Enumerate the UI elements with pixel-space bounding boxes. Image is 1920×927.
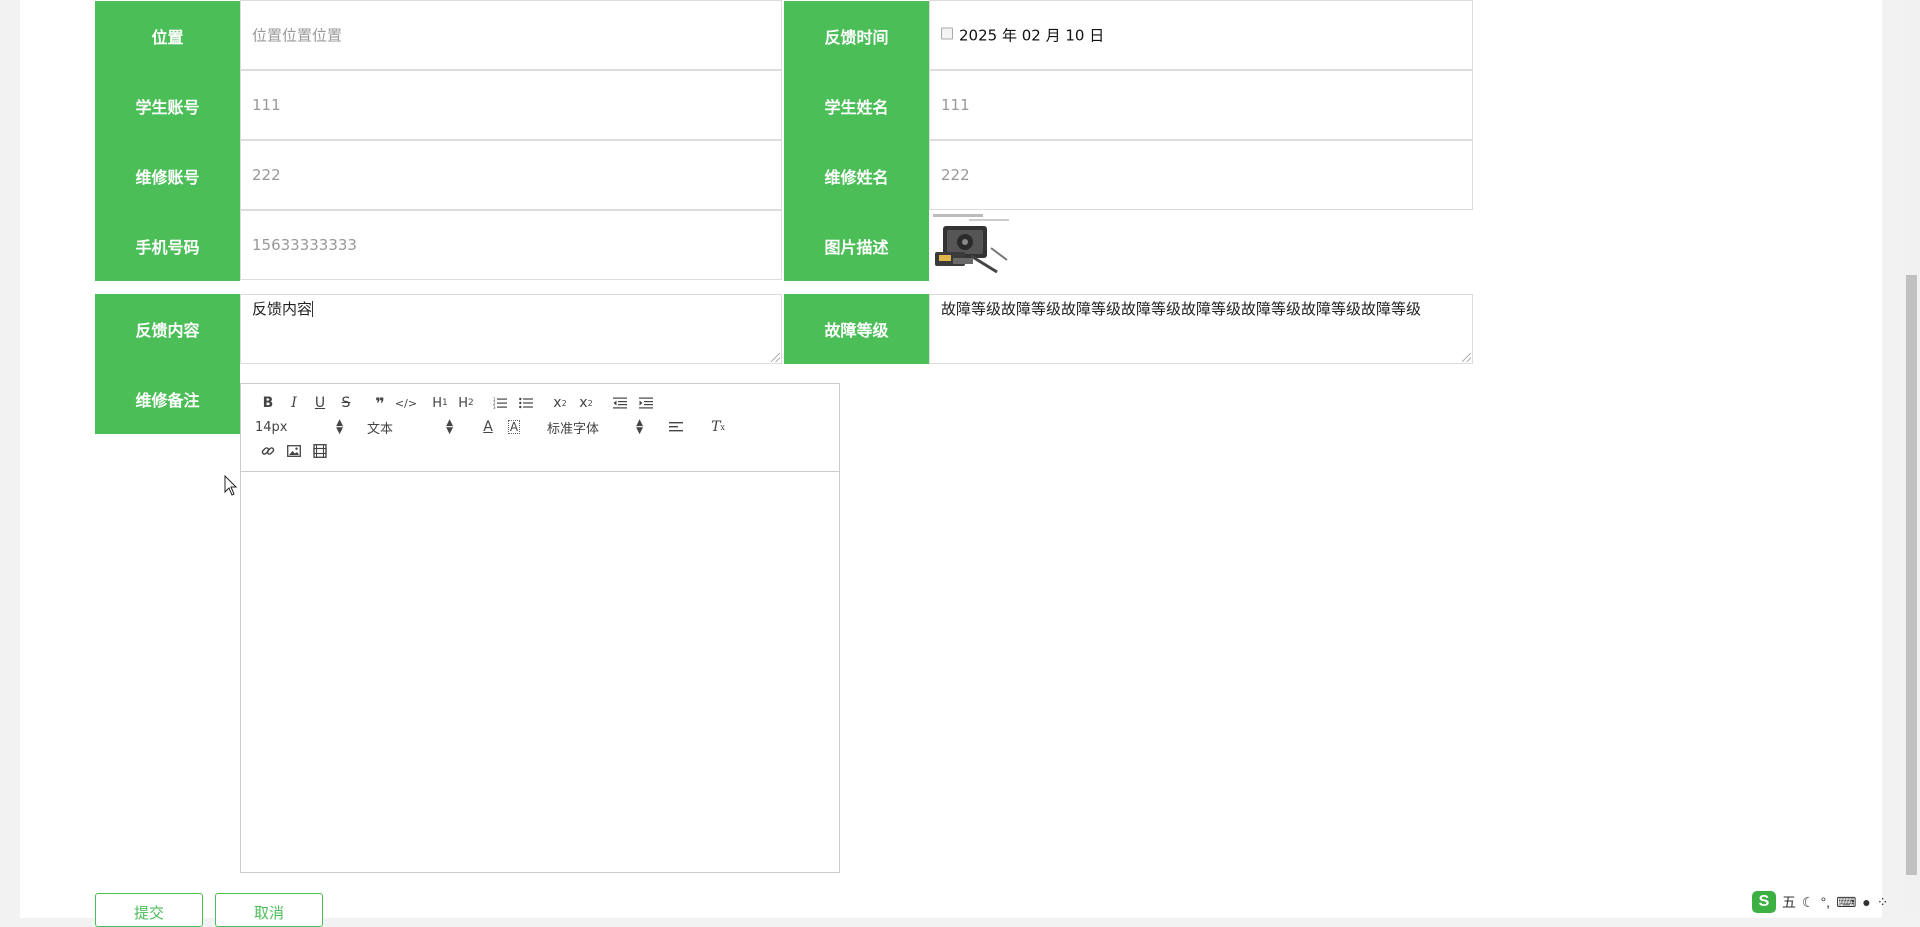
repair-name-value: 222	[941, 166, 970, 184]
repair-account-field[interactable]: 222	[240, 140, 782, 210]
editor-content-area[interactable]	[241, 472, 839, 872]
toolbar-row-styles: 14px ▲ ▼ 文本 ▲ ▼ A A 标准字体 ▲ ▼ Tx	[255, 416, 731, 438]
select-arrows-icon: ▲ ▼	[336, 418, 343, 436]
fault-level-textarea[interactable]: 故障等级故障等级故障等级故障等级故障等级故障等级故障等级故障等级	[929, 294, 1473, 364]
ordered-list-icon[interactable]: 123	[487, 392, 513, 414]
code-block-icon[interactable]: </>	[393, 392, 419, 414]
phone-label: 手机号码	[95, 211, 240, 281]
block-type-select[interactable]: 文本 ▲ ▼	[367, 416, 453, 438]
font-size-select[interactable]: 14px ▲ ▼	[255, 416, 343, 438]
sogou-logo-icon[interactable]: S	[1752, 891, 1776, 913]
feedback-content-value: 反馈内容	[252, 300, 314, 318]
underline-icon[interactable]: U	[307, 392, 333, 414]
grid-menu-icon[interactable]: ⁘	[1877, 894, 1889, 911]
resize-handle-icon[interactable]	[1462, 353, 1471, 362]
image-desc-field[interactable]	[929, 210, 1029, 280]
heading2-icon[interactable]: H2	[453, 392, 479, 414]
strikethrough-icon[interactable]: S	[333, 392, 359, 414]
ime-mode-label[interactable]: 五	[1782, 892, 1796, 912]
feedback-content-label: 反馈内容	[95, 294, 240, 364]
link-icon[interactable]	[255, 440, 281, 462]
block-type-value: 文本	[367, 421, 394, 437]
resize-handle-icon[interactable]	[771, 353, 780, 362]
keyboard-icon[interactable]: ⌨	[1836, 894, 1856, 911]
cancel-button[interactable]: 取消	[215, 893, 323, 927]
select-arrows-icon: ▲ ▼	[636, 418, 643, 436]
phone-field[interactable]: 15633333333	[240, 210, 782, 280]
italic-icon[interactable]: I	[281, 392, 307, 414]
video-icon[interactable]	[307, 440, 333, 462]
feedback-content-textarea[interactable]: 反馈内容	[240, 294, 782, 364]
submit-button[interactable]: 提交	[95, 893, 203, 927]
editor-toolbar: B I U S ❞ </> H1 H2 123 x2 x2 14px ▲ ▼ 文…	[241, 384, 839, 472]
feedback-time-value: 2025 年 02 月 10 日	[959, 26, 1105, 45]
font-color-icon[interactable]: A	[475, 416, 501, 438]
indent-icon[interactable]	[633, 392, 659, 414]
bullet-list-icon[interactable]	[513, 392, 539, 414]
rich-text-editor[interactable]: B I U S ❞ </> H1 H2 123 x2 x2 14px ▲ ▼ 文…	[240, 383, 840, 873]
heading1-icon[interactable]: H1	[427, 392, 453, 414]
superscript-icon[interactable]: x2	[573, 392, 599, 414]
scrollbar-thumb[interactable]	[1906, 275, 1917, 875]
location-field[interactable]: 位置位置位置	[240, 0, 782, 70]
location-placeholder: 位置位置位置	[252, 26, 343, 45]
select-arrows-icon: ▲ ▼	[446, 418, 453, 436]
punctuation-icon[interactable]: °,	[1821, 894, 1831, 910]
font-family-select[interactable]: 标准字体 ▲ ▼	[547, 416, 643, 438]
fault-level-value: 故障等级故障等级故障等级故障等级故障等级故障等级故障等级故障等级	[941, 300, 1422, 318]
location-label: 位置	[95, 1, 240, 71]
user-icon[interactable]: ●	[1862, 894, 1870, 910]
outdent-icon[interactable]	[607, 392, 633, 414]
repair-account-value: 222	[252, 166, 281, 184]
phone-value: 15633333333	[252, 236, 357, 254]
device-photo-image[interactable]	[931, 212, 1013, 278]
student-account-field[interactable]: 111	[240, 70, 782, 140]
moon-icon[interactable]: ☾	[1802, 894, 1815, 911]
vertical-scrollbar[interactable]	[1903, 0, 1920, 918]
feedback-time-label: 反馈时间	[784, 1, 929, 71]
student-account-value: 111	[252, 96, 281, 114]
clear-format-icon[interactable]: Tx	[705, 416, 731, 438]
image-icon[interactable]	[281, 440, 307, 462]
student-name-label: 学生姓名	[784, 71, 929, 141]
toolbar-row-formatting: B I U S ❞ </> H1 H2 123 x2 x2	[255, 392, 659, 414]
bold-icon[interactable]: B	[255, 392, 281, 414]
mouse-cursor-icon	[224, 475, 238, 496]
student-name-value: 111	[941, 96, 970, 114]
fault-level-label: 故障等级	[784, 294, 929, 364]
background-color-icon[interactable]: A	[501, 416, 527, 438]
calendar-icon[interactable]	[941, 27, 953, 39]
repair-note-label: 维修备注	[95, 364, 240, 434]
repair-account-label: 维修账号	[95, 141, 240, 211]
font-family-value: 标准字体	[547, 421, 600, 437]
blockquote-icon[interactable]: ❞	[367, 392, 393, 414]
svg-text:3: 3	[493, 405, 496, 409]
align-icon[interactable]	[663, 416, 689, 438]
ime-toolbar[interactable]: S 五 ☾ °, ⌨ ● ⁘	[1752, 888, 1900, 916]
image-desc-label: 图片描述	[784, 211, 929, 281]
feedback-time-field[interactable]: 2025 年 02 月 10 日	[929, 0, 1473, 70]
toolbar-row-media	[255, 440, 333, 462]
subscript-icon[interactable]: x2	[547, 392, 573, 414]
student-name-field[interactable]: 111	[929, 70, 1473, 140]
student-account-label: 学生账号	[95, 71, 240, 141]
font-size-value: 14px	[255, 419, 288, 435]
repair-name-field[interactable]: 222	[929, 140, 1473, 210]
repair-name-label: 维修姓名	[784, 141, 929, 211]
